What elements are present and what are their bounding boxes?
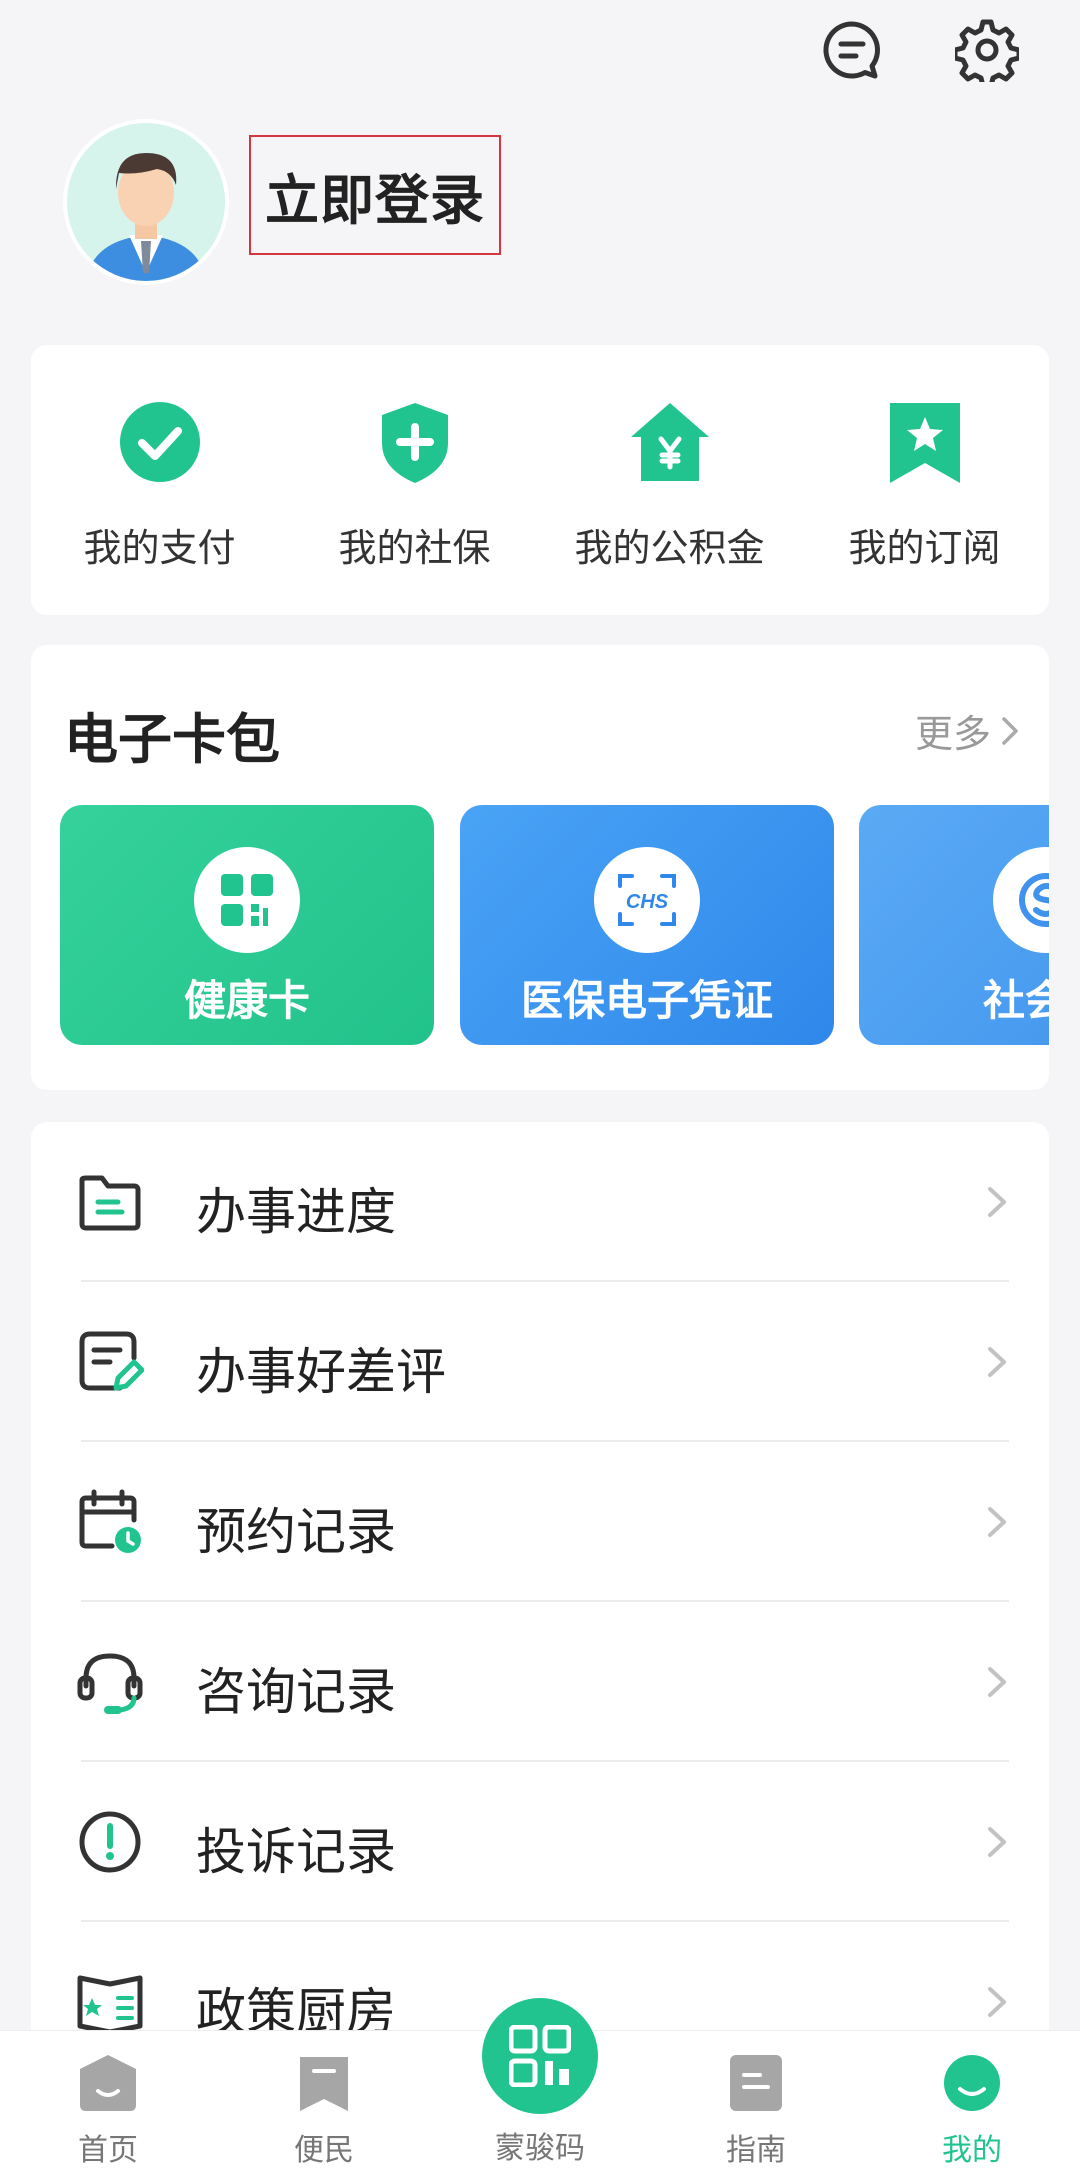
nav-health-code[interactable]: 蒙骏码 xyxy=(480,2123,600,2167)
quick-actions-card: 我的支付 我的社保 我的公积金 我的订阅 xyxy=(31,345,1049,615)
document-icon xyxy=(79,1175,141,1231)
quick-action-label: 我的订阅 xyxy=(848,526,1001,570)
menu-item-consultations[interactable]: 咨询记录 xyxy=(31,1602,1049,1762)
health-card-badge xyxy=(194,847,300,953)
chevron-right-icon xyxy=(988,1347,1006,1377)
wallet-title: 电子卡包 xyxy=(64,708,280,771)
health-card[interactable]: 健康卡 xyxy=(60,805,434,1045)
chevron-right-icon xyxy=(1002,716,1018,745)
message-icon[interactable] xyxy=(820,18,884,82)
health-card-label: 健康卡 xyxy=(183,976,310,1025)
quick-action-social-security[interactable]: 我的社保 xyxy=(287,345,542,595)
user-avatar-icon xyxy=(87,153,205,281)
chevron-right-icon xyxy=(988,1987,1006,2017)
wallet-more-label: 更多 xyxy=(914,712,991,756)
chevron-right-icon xyxy=(988,1187,1006,1217)
settings-icon[interactable] xyxy=(955,18,1019,82)
house-yen-icon xyxy=(630,403,709,481)
review-edit-icon xyxy=(79,1331,144,1391)
quick-action-label: 我的公积金 xyxy=(574,526,765,570)
book-icon xyxy=(77,1975,143,2035)
qr-code-icon xyxy=(221,874,273,926)
nav-convenience[interactable]: 便民 xyxy=(264,2051,384,2169)
menu-label: 预约记录 xyxy=(196,1503,396,1561)
menu-item-appointments[interactable]: 预约记录 xyxy=(31,1442,1049,1602)
health-code-button[interactable] xyxy=(482,1998,598,2114)
login-label: 立即登录 xyxy=(265,168,485,232)
menu-label: 咨询记录 xyxy=(196,1663,396,1721)
check-circle-icon xyxy=(119,402,200,482)
medical-insurance-card[interactable]: CHS 医保电子凭证 xyxy=(460,805,834,1045)
chevron-right-icon xyxy=(988,1507,1006,1537)
menu-item-progress[interactable]: 办事进度 xyxy=(31,1122,1049,1282)
chevron-right-icon xyxy=(988,1667,1006,1697)
menu-label: 投诉记录 xyxy=(196,1823,396,1881)
mine-face-icon xyxy=(944,2055,1000,2111)
chevron-right-icon xyxy=(988,1827,1006,1857)
social-security-logo-icon xyxy=(1019,873,1049,927)
menu-item-review[interactable]: 办事好差评 xyxy=(31,1282,1049,1442)
svg-text:CHS: CHS xyxy=(626,891,669,913)
alert-circle-icon xyxy=(79,1811,141,1873)
social-security-badge xyxy=(993,847,1049,953)
nav-label: 我的 xyxy=(942,2133,1002,2168)
menu-item-complaints[interactable]: 投诉记录 xyxy=(31,1762,1049,1922)
quick-action-label: 我的社保 xyxy=(338,526,491,570)
nav-label: 蒙骏码 xyxy=(495,2131,585,2166)
nav-label: 首页 xyxy=(78,2133,138,2168)
medical-insurance-badge: CHS xyxy=(594,847,700,953)
calendar-clock-icon xyxy=(79,1489,141,1553)
wallet-more-link[interactable]: 更多 xyxy=(915,703,1019,758)
nav-mine[interactable]: 我的 xyxy=(912,2051,1032,2169)
nav-label: 指南 xyxy=(726,2133,786,2168)
chs-logo-icon: CHS xyxy=(618,874,676,926)
quick-action-housing-fund[interactable]: 我的公积金 xyxy=(542,345,797,595)
login-button[interactable]: 立即登录 xyxy=(249,135,501,255)
avatar[interactable] xyxy=(63,119,229,285)
convenience-bookmark-icon xyxy=(300,2057,348,2111)
service-menu: 办事进度 办事好差评 预约记录 咨询记录 投诉记录 政策厨房 xyxy=(31,1122,1049,2052)
shield-plus-icon xyxy=(381,403,448,483)
menu-label: 办事好差评 xyxy=(196,1343,446,1401)
nav-label: 便民 xyxy=(294,2133,354,2168)
qr-code-icon xyxy=(509,2025,571,2087)
quick-action-subscription[interactable]: 我的订阅 xyxy=(797,345,1052,595)
bookmark-star-icon xyxy=(889,403,960,483)
social-security-card[interactable]: 社会保 xyxy=(859,805,1049,1045)
medical-insurance-label: 医保电子凭证 xyxy=(520,976,773,1025)
quick-action-payment[interactable]: 我的支付 xyxy=(32,345,287,595)
menu-label: 办事进度 xyxy=(196,1183,396,1241)
quick-action-label: 我的支付 xyxy=(83,526,236,570)
guide-icon xyxy=(730,2055,782,2111)
nav-home[interactable]: 首页 xyxy=(48,2051,168,2169)
headset-icon xyxy=(77,1653,143,1714)
social-security-label: 社会保 xyxy=(982,976,1049,1025)
home-icon xyxy=(80,2055,136,2111)
nav-guide[interactable]: 指南 xyxy=(696,2051,816,2169)
card-wallet: 电子卡包 更多 健康卡 CHS 医保电子凭证 社会 xyxy=(31,645,1049,1090)
